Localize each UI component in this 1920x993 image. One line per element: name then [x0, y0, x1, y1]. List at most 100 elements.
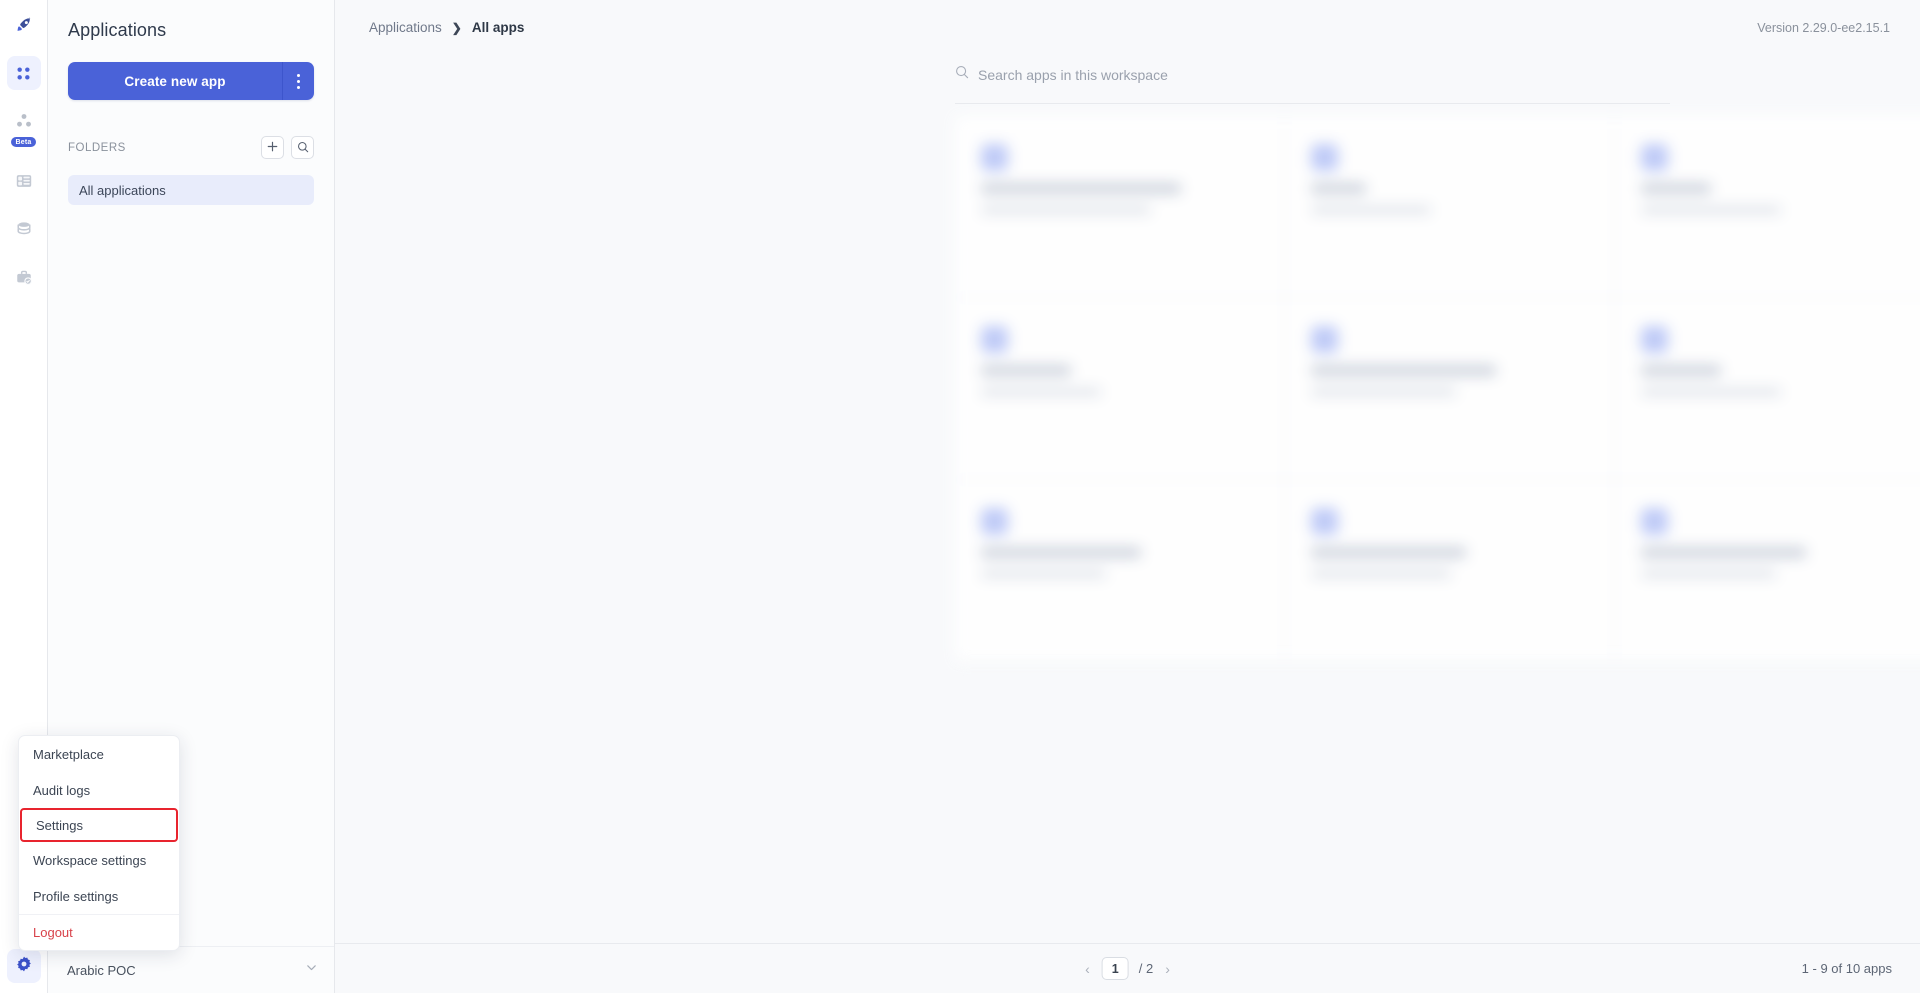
app-title: [1311, 547, 1466, 558]
app-subtitle: [1311, 206, 1431, 214]
prev-page-button[interactable]: ‹: [1083, 961, 1092, 977]
context-menu-item-label: Settings: [36, 817, 83, 833]
create-app-kebab-button[interactable]: [282, 62, 314, 100]
current-page-input[interactable]: 1: [1101, 957, 1129, 980]
app-icon: [1641, 508, 1668, 535]
app-icon: [1641, 144, 1668, 171]
context-menu-item-label: Marketplace: [33, 746, 104, 762]
context-menu-item-profile-settings[interactable]: Profile settings: [19, 878, 179, 914]
workflows-icon: [15, 112, 33, 130]
app-subtitle: [1311, 570, 1451, 578]
app-icon: [981, 508, 1008, 535]
next-page-button[interactable]: ›: [1163, 961, 1172, 977]
workspace-selector[interactable]: Arabic POC: [48, 946, 334, 993]
app-title: [981, 183, 1181, 194]
app-icon: [1311, 326, 1338, 353]
rail-item-tables[interactable]: [7, 164, 41, 198]
app-root: Beta Applications Create new app FOLDERS…: [0, 0, 1920, 993]
context-menu-item-logout[interactable]: Logout: [19, 914, 179, 950]
search-icon: [297, 141, 309, 155]
tables-icon: [15, 172, 33, 190]
app-icon: [981, 326, 1008, 353]
app-card[interactable]: [1615, 116, 1920, 298]
app-subtitle: [1641, 388, 1781, 396]
version-label: Version 2.29.0-ee2.15.1: [1757, 20, 1890, 35]
app-title: [1641, 365, 1721, 376]
rocket-icon: [14, 16, 33, 35]
search-folders-button[interactable]: [291, 136, 314, 159]
folder-label: All applications: [79, 182, 166, 198]
breadcrumb-current: All apps: [471, 20, 525, 35]
rail-item-applications[interactable]: [6, 56, 41, 90]
app-title: [1641, 547, 1806, 558]
database-icon: [15, 220, 33, 238]
context-menu-item-label: Audit logs: [33, 782, 91, 798]
apps-grid-icon: [15, 65, 32, 82]
footer-bar: ‹ 1 / 2 › 1 - 9 of 10 apps: [335, 943, 1920, 993]
workspace-name: Arabic POC: [67, 962, 136, 978]
app-icon: [1311, 508, 1338, 535]
top-bar: Applications ❯ All apps Version 2.29.0-e…: [335, 0, 1920, 55]
app-icon: [1641, 326, 1668, 353]
breadcrumb-separator-icon: ❯: [451, 20, 462, 35]
folders-label: FOLDERS: [68, 141, 126, 154]
search-icon: [955, 65, 969, 84]
app-subtitle: [981, 570, 1106, 578]
app-title: [1311, 183, 1366, 194]
app-title: [1311, 365, 1496, 376]
rail-item-data-sources[interactable]: [7, 212, 41, 246]
app-subtitle: [1641, 570, 1776, 578]
settings-context-menu: Marketplace Audit logs Settings Workspace s…: [18, 735, 180, 951]
add-folder-button[interactable]: [261, 136, 284, 159]
app-card[interactable]: [1285, 480, 1615, 662]
app-icon: [1311, 144, 1338, 171]
context-menu-item-marketplace[interactable]: Marketplace: [19, 736, 179, 772]
settings-gear-button[interactable]: [6, 949, 41, 983]
chevron-down-icon: [305, 961, 318, 979]
app-icon: [981, 144, 1008, 171]
app-subtitle: [1641, 206, 1781, 214]
apps-grid-region: [335, 104, 1920, 943]
app-title: [981, 365, 1071, 376]
app-subtitle: [981, 388, 1101, 396]
app-card[interactable]: [955, 116, 1285, 298]
app-search-bar: [955, 65, 1670, 104]
sidebar-folder-all-applications[interactable]: All applications: [68, 175, 314, 205]
icon-rail-top: Beta: [6, 0, 41, 308]
workspace-constants-icon: [15, 268, 33, 286]
apps-count-label: 1 - 9 of 10 apps: [1801, 961, 1892, 976]
app-subtitle: [1311, 388, 1456, 396]
app-card[interactable]: [1615, 480, 1920, 662]
apps-grid: [955, 116, 1920, 662]
folders-header: FOLDERS: [68, 136, 314, 159]
context-menu-item-audit-logs[interactable]: Audit logs: [19, 772, 179, 808]
rail-item-workflows[interactable]: Beta: [7, 104, 41, 147]
rail-item-workspace-constants[interactable]: [7, 260, 41, 294]
search-input[interactable]: [978, 66, 1670, 83]
context-menu-item-label: Workspace settings: [33, 852, 147, 868]
app-card[interactable]: [955, 480, 1285, 662]
app-card[interactable]: [1615, 298, 1920, 480]
icon-rail-bottom: [6, 949, 41, 993]
gear-icon: [15, 955, 33, 978]
create-app-row: Create new app: [68, 62, 314, 100]
main-content: Applications ❯ All apps Version 2.29.0-e…: [335, 0, 1920, 993]
plus-icon: [267, 141, 278, 154]
total-pages-label: / 2: [1138, 961, 1154, 976]
app-card[interactable]: [1285, 298, 1615, 480]
rail-item-launch[interactable]: [7, 8, 41, 42]
context-menu-item-label: Profile settings: [33, 888, 119, 904]
app-card[interactable]: [955, 298, 1285, 480]
kebab-vertical-icon: [297, 72, 300, 90]
create-new-app-button[interactable]: Create new app: [68, 62, 282, 100]
context-menu-item-label: Logout: [33, 925, 73, 940]
beta-badge: Beta: [10, 137, 37, 147]
pagination: ‹ 1 / 2 ›: [1083, 957, 1172, 980]
app-card[interactable]: [1285, 116, 1615, 298]
sidebar-title: Applications: [68, 20, 167, 40]
app-subtitle: [981, 206, 1151, 214]
app-title: [1641, 183, 1711, 194]
context-menu-item-settings[interactable]: Settings: [20, 808, 178, 842]
context-menu-item-workspace-settings[interactable]: Workspace settings: [19, 842, 179, 878]
breadcrumb-applications[interactable]: Applications: [369, 20, 442, 35]
